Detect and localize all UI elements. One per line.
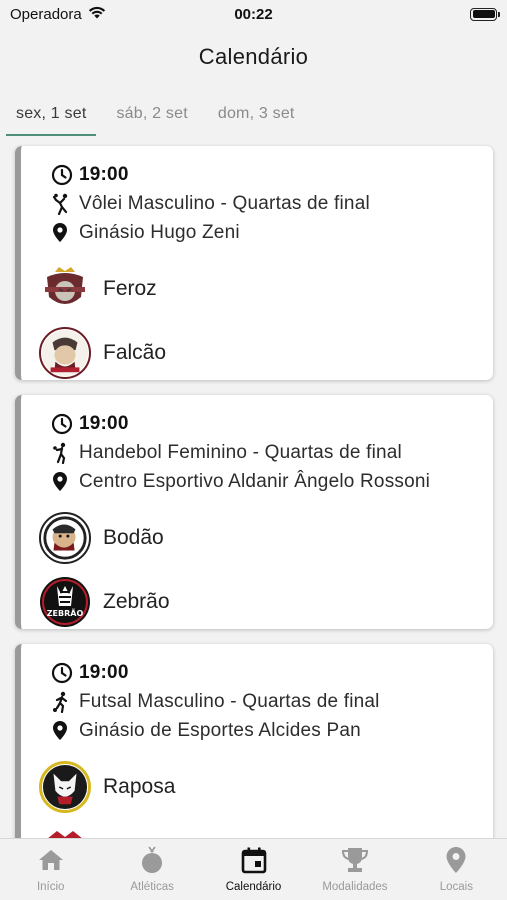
team-name: Raposa — [103, 775, 176, 798]
medal-icon — [140, 845, 164, 875]
feroz-logo — [39, 263, 91, 315]
handball-player-icon — [51, 442, 79, 464]
tabbar-label: Modalidades — [322, 881, 388, 893]
clock-icon — [51, 413, 79, 435]
game-time: 19:00 — [79, 163, 129, 185]
game-card[interactable]: 19:00 Handebol Feminino - Quartas de fin… — [15, 395, 493, 629]
sport-row: Handebol Feminino - Quartas de final — [51, 438, 483, 467]
team-name: Zebrão — [103, 590, 170, 613]
svg-text:ZEBRÃO: ZEBRÃO — [47, 608, 84, 618]
team-name: Bodão — [103, 526, 164, 549]
calendar-icon — [241, 845, 267, 875]
location-pin-icon — [51, 222, 79, 244]
team-row: Bodão — [39, 506, 483, 570]
sport-label: Futsal Masculino - Quartas de final — [79, 690, 380, 712]
tab-bar: Início Atléticas Calendário Modalidades … — [0, 838, 507, 900]
page-title: Calendário — [198, 44, 309, 69]
team-row: Feroz — [39, 257, 483, 321]
sport-label: Vôlei Masculino - Quartas de final — [79, 192, 370, 214]
tabbar-label: Início — [36, 881, 65, 893]
status-bar: Operadora 00:22 — [0, 0, 507, 28]
zebrao-logo: ZEBRÃO — [39, 576, 91, 628]
date-tabs: sex, 1 set sáb, 2 set dom, 3 set — [0, 100, 507, 138]
sport-label: Handebol Feminino - Quartas de final — [79, 441, 402, 463]
tabbar-label: Calendário — [225, 881, 282, 893]
tab-saturday[interactable]: sáb, 2 set — [106, 100, 197, 138]
tabbar-label: Atléticas — [130, 881, 174, 893]
tab-friday[interactable]: sex, 1 set — [6, 100, 97, 138]
falcao-logo — [39, 327, 91, 379]
carrier-label: Operadora — [10, 5, 82, 23]
team-name: Feroz — [103, 277, 157, 300]
tabbar-item-modalidades[interactable]: Modalidades — [304, 839, 405, 900]
trophy-icon — [341, 845, 369, 875]
sport-row: Futsal Masculino - Quartas de final — [51, 687, 483, 716]
venue-label: Ginásio Hugo Zeni — [79, 221, 240, 243]
game-card[interactable]: 19:00 Vôlei Masculino - Quartas de final… — [15, 146, 493, 380]
location-pin-icon — [445, 845, 467, 875]
team-name: Falcão — [103, 341, 167, 364]
time-row: 19:00 — [51, 658, 483, 687]
game-time: 19:00 — [79, 412, 129, 434]
location-pin-icon — [51, 471, 79, 493]
team-row: ZEBRÃO Zebrão — [39, 570, 483, 629]
tabbar-item-inicio[interactable]: Início — [0, 839, 101, 900]
tab-sunday[interactable]: dom, 3 set — [208, 100, 305, 138]
venue-row: Centro Esportivo Aldanir Ângelo Rossoni — [51, 467, 483, 496]
tabbar-item-atleticas[interactable]: Atléticas — [101, 839, 202, 900]
location-pin-icon — [51, 720, 79, 742]
bodao-logo — [39, 512, 91, 564]
venue-label: Ginásio de Esportes Alcides Pan — [79, 719, 361, 741]
tabbar-item-locais[interactable]: Locais — [406, 839, 507, 900]
tabbar-item-calendario[interactable]: Calendário — [203, 839, 304, 900]
sport-row: Vôlei Masculino - Quartas de final — [51, 189, 483, 218]
battery-icon — [470, 7, 500, 21]
soccer-player-icon — [51, 691, 79, 713]
venue-row: Ginásio de Esportes Alcides Pan — [51, 716, 483, 745]
volleyball-player-icon — [51, 193, 79, 215]
team-row: Raposa — [39, 755, 483, 819]
clock-icon — [51, 662, 79, 684]
home-icon — [38, 845, 64, 875]
time-row: 19:00 — [51, 409, 483, 438]
games-list: 19:00 Vôlei Masculino - Quartas de final… — [15, 146, 493, 893]
venue-row: Ginásio Hugo Zeni — [51, 218, 483, 247]
status-left: Operadora — [10, 6, 106, 23]
venue-label: Centro Esportivo Aldanir Ângelo Rossoni — [79, 470, 431, 492]
team-row: Falcão — [39, 321, 483, 380]
raposa-logo — [39, 761, 91, 813]
tabbar-label: Locais — [439, 881, 473, 893]
game-time: 19:00 — [79, 661, 129, 683]
wifi-icon — [88, 6, 106, 23]
clock-icon — [51, 164, 79, 186]
clock: 00:22 — [234, 5, 273, 23]
time-row: 19:00 — [51, 160, 483, 189]
